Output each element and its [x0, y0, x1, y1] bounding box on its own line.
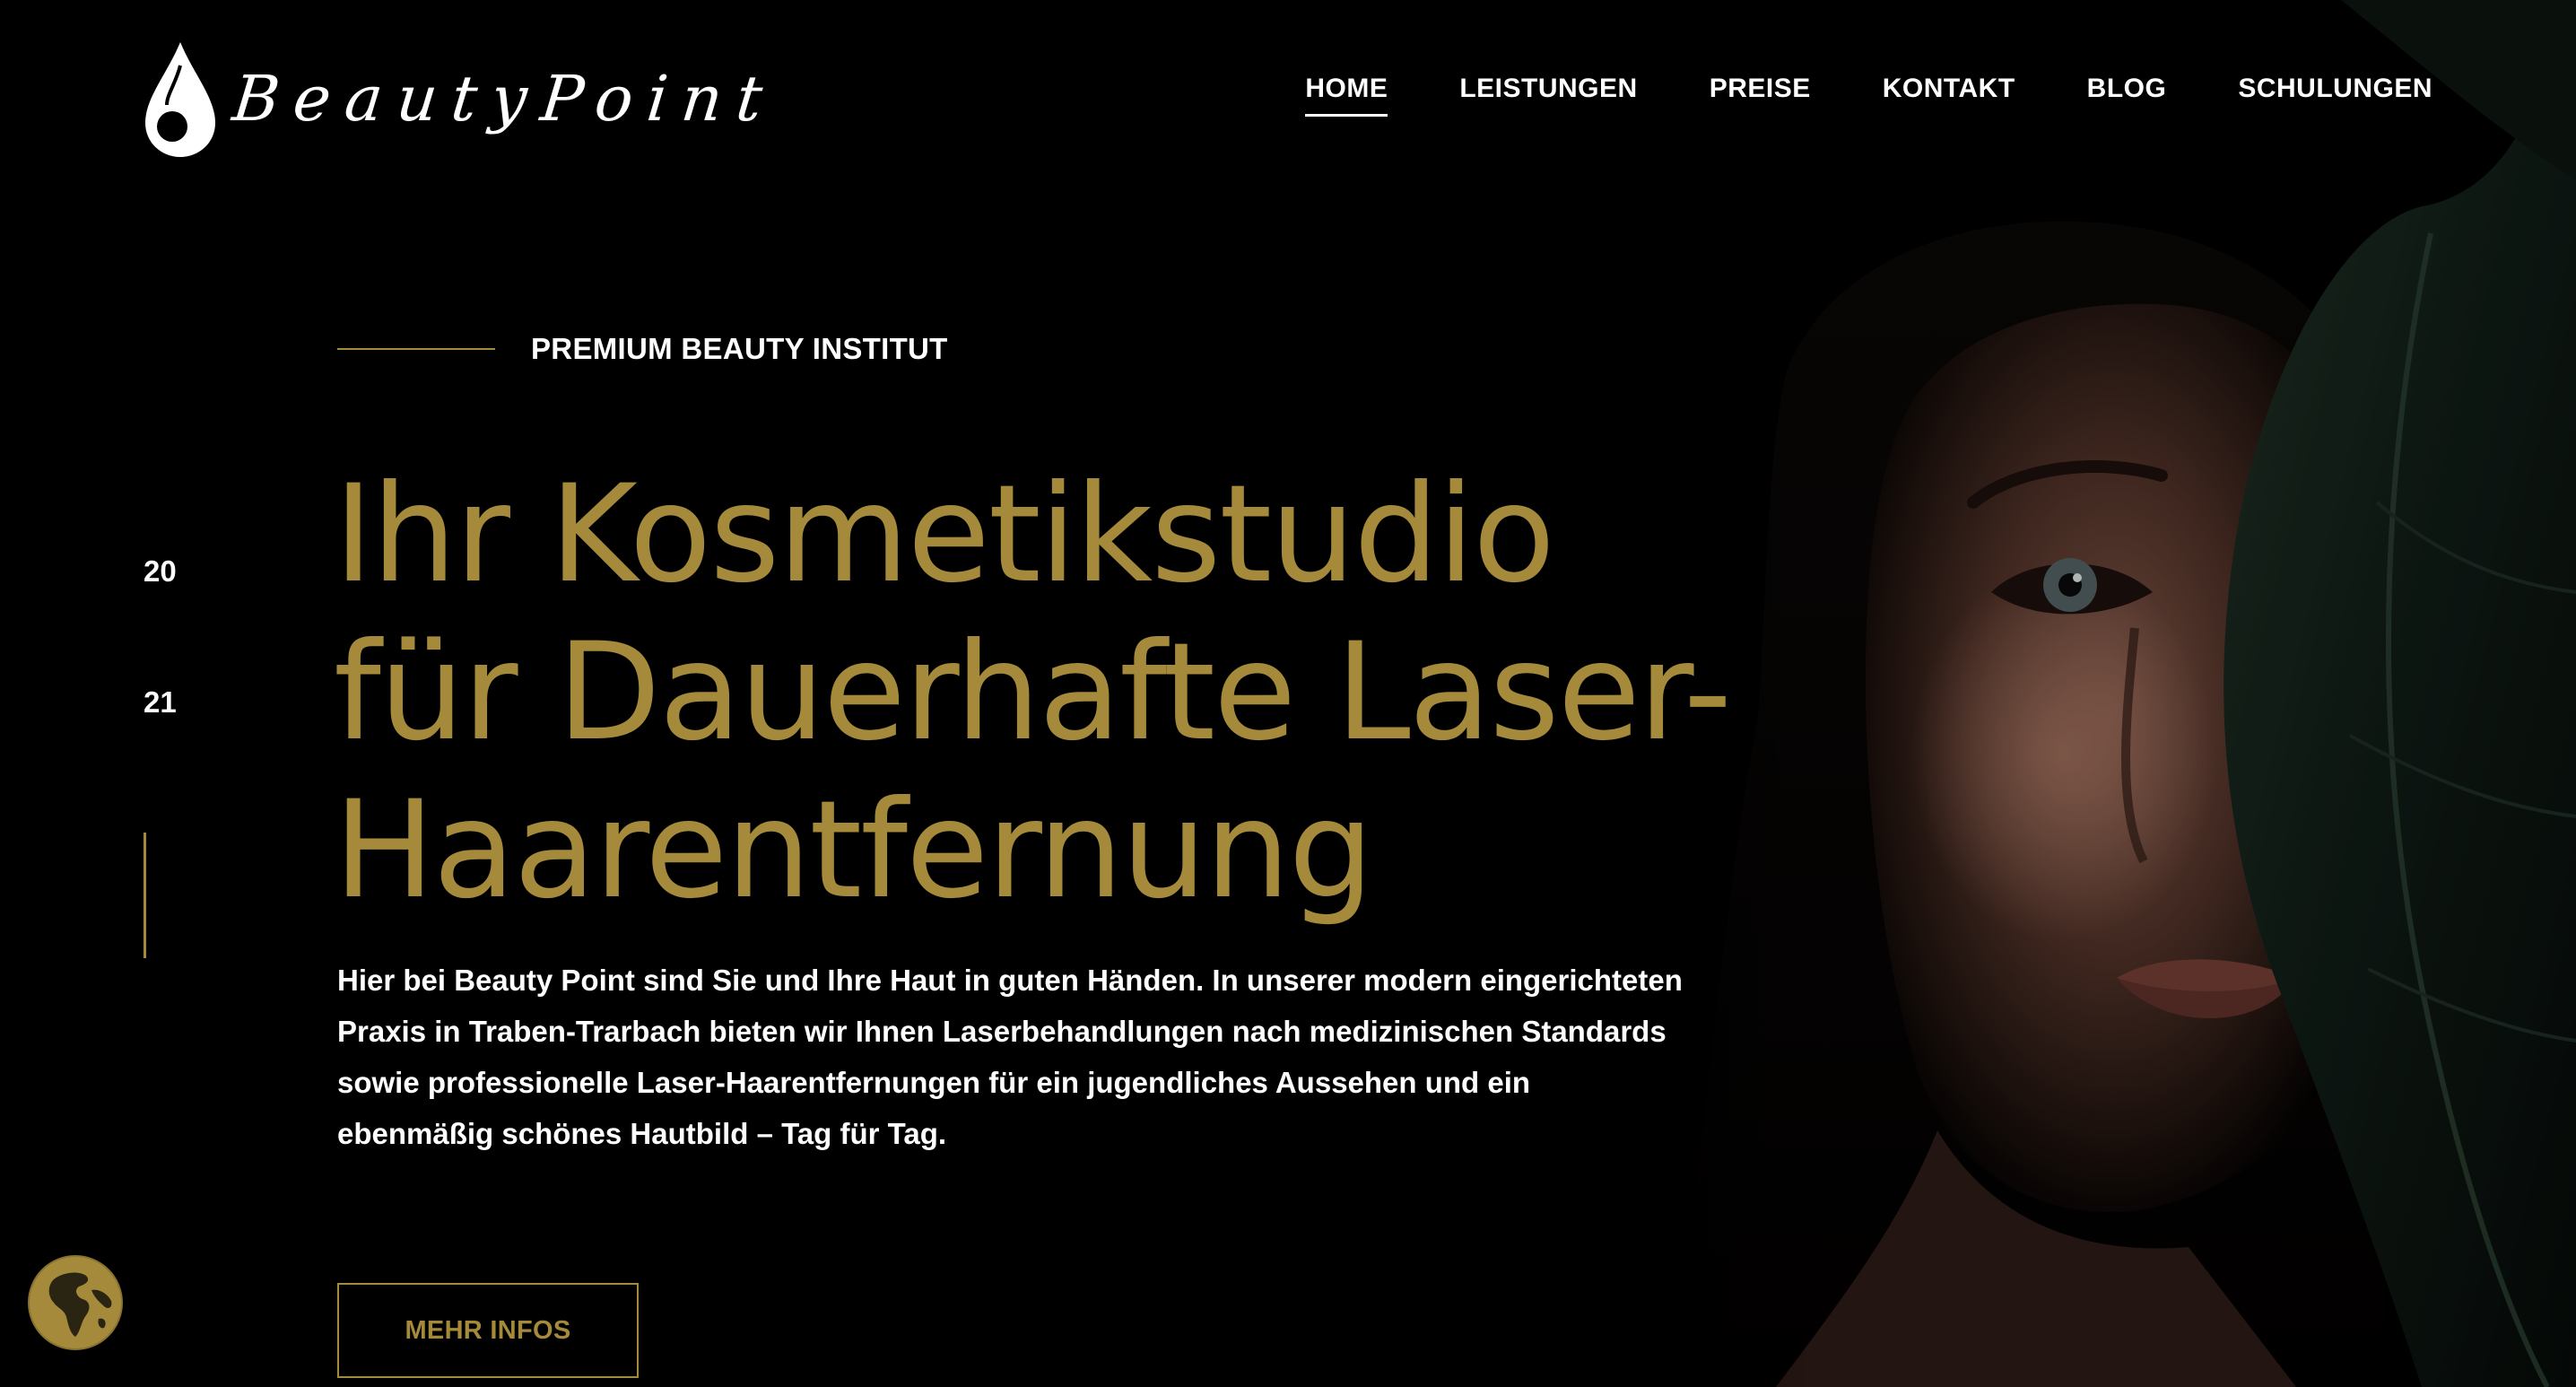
eyebrow-divider [337, 348, 495, 350]
nav-item-leistungen[interactable]: LEISTUNGEN [1459, 74, 1637, 117]
mehr-infos-button[interactable]: MEHR INFOS [337, 1283, 639, 1378]
nav-item-preise[interactable]: PREISE [1710, 74, 1811, 117]
brand-name: BeautyPoint [229, 62, 780, 135]
nav-item-blog[interactable]: BLOG [2087, 74, 2167, 117]
drop-logo-icon [145, 42, 215, 157]
headline-line-1: Ihr Kosmetikstudio [334, 457, 1555, 613]
nav-item-schulungen[interactable]: SCHULUNGEN [2238, 74, 2432, 117]
slide-progress-line [144, 833, 146, 958]
globe-icon[interactable] [27, 1254, 124, 1351]
nav-item-kontakt[interactable]: KONTAKT [1883, 74, 2015, 117]
nav-item-home[interactable]: HOME [1305, 74, 1388, 117]
hero-eyebrow: PREMIUM BEAUTY INSTITUT [337, 332, 948, 366]
page: BeautyPoint HOME LEISTUNGEN PREISE KONTA… [0, 0, 2576, 1387]
headline-line-3: Haarentfernung [334, 772, 1374, 929]
main-nav: HOME LEISTUNGEN PREISE KONTAKT BLOG SCHU… [1233, 74, 2432, 117]
brand-logo[interactable]: BeautyPoint [140, 36, 780, 161]
year-indicator-bottom: 21 [144, 685, 177, 719]
eyebrow-text: PREMIUM BEAUTY INSTITUT [531, 332, 948, 365]
hero-description: Hier bei Beauty Point sind Sie und Ihre … [337, 964, 1683, 1150]
year-indicator-top: 20 [144, 554, 177, 588]
hero-headline: Ihr Kosmetikstudio für Dauerhafte Laser-… [334, 456, 1733, 929]
headline-line-2: für Dauerhafte Laser- [334, 615, 1732, 771]
